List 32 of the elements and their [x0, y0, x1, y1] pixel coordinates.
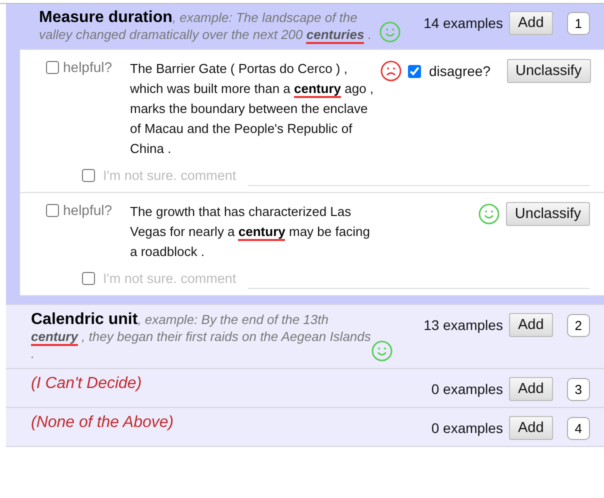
helpful-label: helpful? — [63, 202, 112, 218]
smiley-face-icon — [371, 340, 393, 362]
disagree-checkbox[interactable] — [408, 64, 421, 78]
helpful-checkbox[interactable] — [46, 60, 59, 74]
add-button[interactable]: Add — [508, 416, 553, 440]
example-count: 14 examples — [424, 15, 503, 31]
example-count: 0 examples — [431, 420, 503, 436]
category-description: Measure duration, example: The landscape of the valley changed dramatically over the next 200 centuries . — [39, 9, 372, 43]
example-sentence: The Barrier Gate ( Portas do Cerco ) , which was built more than a century ago , marks the boundary between the enclave of Macau and the People's Republic of China . — [130, 60, 375, 158]
unclassify-button[interactable]: Unclassify — [506, 202, 590, 226]
smiley-face-icon — [379, 21, 401, 43]
add-button[interactable]: Add — [508, 11, 553, 35]
example-sentence: The growth that has characterized Las Vegas for nearly a century may be facing a roadblock . — [130, 203, 371, 261]
unclassify-button[interactable]: Unclassify — [506, 59, 591, 83]
add-button[interactable]: Add — [508, 313, 553, 337]
category-title: (I Can't Decide) — [31, 375, 142, 393]
shortcut-key: 2 — [566, 314, 590, 336]
helpful-checkbox[interactable] — [46, 204, 59, 216]
category-title: (None of the Above) — [31, 414, 174, 432]
shortcut-key: 3 — [566, 378, 590, 400]
example-count: 0 examples — [431, 381, 503, 397]
add-button[interactable]: Add — [508, 377, 553, 401]
not-sure-checkbox[interactable] — [82, 272, 95, 285]
helpful-label: helpful? — [63, 59, 112, 75]
category-description: Calendric unit, example: By the end of the 13th century , they began their first raids on the Aegean Islands . — [31, 311, 371, 362]
not-sure-label: I'm not sure. comment — [103, 271, 236, 286]
shortcut-key: 4 — [566, 416, 590, 440]
not-sure-checkbox[interactable] — [82, 169, 95, 182]
example-count: 13 examples — [424, 317, 503, 333]
not-sure-label: I'm not sure. comment — [103, 168, 236, 183]
shortcut-key: 1 — [566, 12, 590, 34]
disagree-label: disagree? — [429, 63, 490, 79]
